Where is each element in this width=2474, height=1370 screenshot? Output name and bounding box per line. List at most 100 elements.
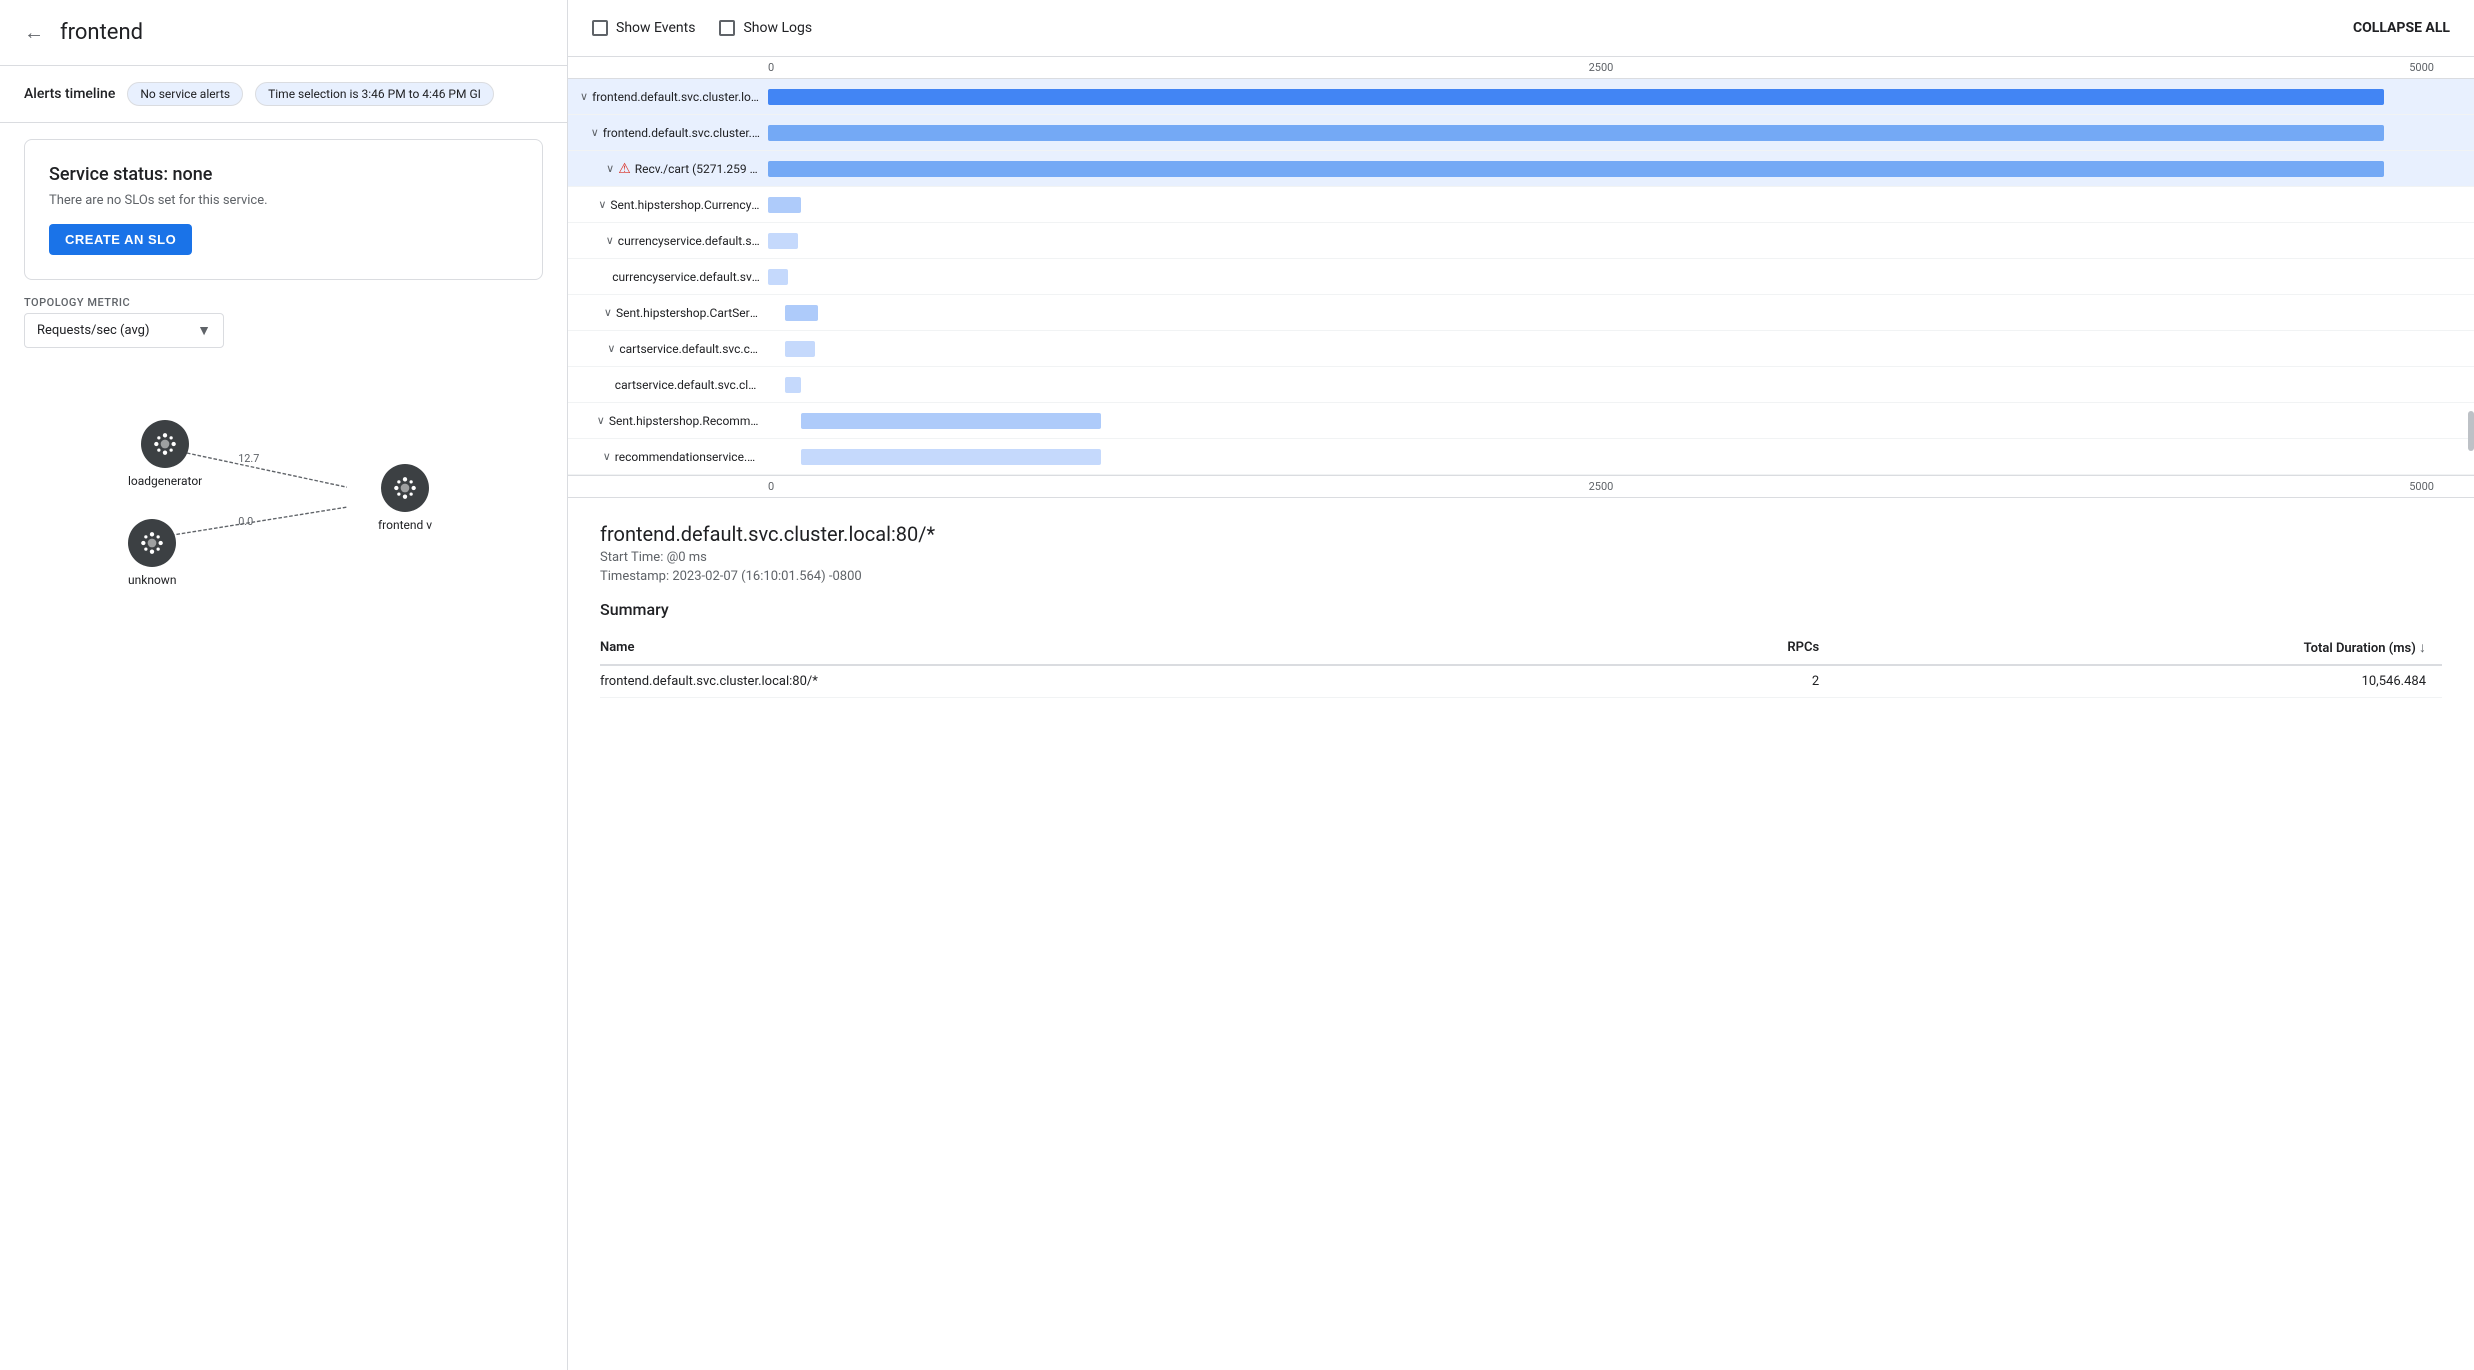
trace-row-label: ∨ currencyservice.default.svc.cluster.loc… [568,234,768,248]
trace-bar [785,305,818,321]
trace-span-label: Sent.hipstershop.CartService.GetCart (4.… [616,306,760,320]
topology-section: Topology Metric Requests/sec (avg) ▼ 12.… [24,296,543,614]
alerts-label: Alerts timeline [24,86,115,102]
summary-name-cell: frontend.default.svc.cluster.local:80/* [600,665,1626,698]
trace-axis-bottom: 0 2500 5000 [568,475,2474,497]
unknown-icon [128,519,176,567]
detail-panel: frontend.default.svc.cluster.local:80/* … [568,498,2474,1370]
topology-graph: 12.7 0.0 [48,364,519,614]
loadgenerator-label: loadgenerator [128,474,202,488]
sort-icon[interactable]: ↓ [2419,640,2426,656]
trace-row[interactable]: ∨ frontend.default.svc.cluster.local:80/*… [568,79,2474,115]
trace-row[interactable]: ∨ currencyservice.default.svc.cluster.loc… [568,223,2474,259]
show-events-checkbox-box[interactable] [592,20,608,36]
unknown-label: unknown [128,573,176,587]
alerts-row: Alerts timeline No service alerts Time s… [24,82,543,106]
trace-row-label: ∨ Sent.hipstershop.CartService.GetCart (4… [568,306,768,320]
error-icon: ⚠ [618,161,631,177]
trace-row[interactable]: ∨ Sent.hipstershop.RecommendationService.… [568,403,2474,439]
trace-row[interactable]: ∨ Sent.hipstershop.CartService.GetCart (4… [568,295,2474,331]
trace-bar [801,413,1101,429]
loadgenerator-icon [141,420,189,468]
show-logs-checkbox[interactable]: Show Logs [719,20,812,36]
frontend-icon [381,464,429,512]
chevron-icon[interactable]: ∨ [604,306,612,319]
trace-span-label: Sent.hipstershop.CurrencyService.GetSupp… [610,198,760,212]
show-logs-checkbox-box[interactable] [719,20,735,36]
left-panel: ← frontend Alerts timeline No service al… [0,0,568,1370]
trace-span-label: cartservice.default.svc.cluster.local:70… [615,378,760,392]
chevron-icon[interactable]: ∨ [607,342,615,355]
trace-row-label: ∨ Sent.hipstershop.RecommendationService.… [568,414,768,428]
trace-bar [768,269,788,285]
svg-text:0.0: 0.0 [238,515,253,528]
trace-bar-area [768,407,2434,435]
trace-rows-container: ∨ frontend.default.svc.cluster.local:80/*… [568,79,2474,475]
trace-bar-area [768,155,2434,183]
page-title: frontend [60,20,143,45]
detail-summary-title: Summary [600,600,2442,619]
right-panel: Show Events Show Logs COLLAPSE ALL 0 250… [568,0,2474,1370]
trace-row-label: ∨ Sent.hipstershop.CurrencyService.GetSup… [568,198,768,212]
time-selection-chip[interactable]: Time selection is 3:46 PM to 4:46 PM GI [255,82,494,106]
trace-row[interactable]: ∨ frontend.default.svc.cluster.local:80/*… [568,115,2474,151]
trace-bar-area [768,119,2434,147]
chevron-icon[interactable]: ∨ [606,234,614,247]
trace-span-label: currencyservice.default.svc.cluster.loca… [618,234,760,248]
axis-tick-bottom-2500: 2500 [1323,480,1878,493]
node-frontend[interactable]: frontend v [378,464,432,532]
trace-span-label: Recv./cart (5271.259 ms) [635,162,760,176]
show-events-label: Show Events [616,20,695,36]
trace-row[interactable]: ∨ ⚠ Recv./cart (5271.259 ms) [568,151,2474,187]
topology-metric-label: Topology Metric [24,296,543,309]
topology-edges-svg: 12.7 0.0 [48,364,519,614]
trace-axis: 0 2500 5000 [568,57,2474,79]
page-header: ← frontend [0,0,567,66]
trace-chart-area: 0 2500 5000 ∨ frontend.default.svc.cluste… [568,57,2474,498]
trace-bar-area [768,443,2434,471]
node-loadgenerator[interactable]: loadgenerator [128,420,202,488]
alerts-section: Alerts timeline No service alerts Time s… [0,66,567,123]
chevron-icon[interactable]: ∨ [580,90,588,103]
node-unknown[interactable]: unknown [128,519,176,587]
trace-bar-area [768,263,2434,291]
axis-tick-0: 0 [768,61,1323,74]
service-status-desc: There are no SLOs set for this service. [49,193,518,208]
scrollbar-thumb[interactable] [2468,411,2474,451]
trace-row[interactable]: cartservice.default.svc.cluster.local:70… [568,367,2474,403]
chevron-icon[interactable]: ∨ [598,198,606,211]
trace-bar [801,449,1101,465]
show-events-checkbox[interactable]: Show Events [592,20,695,36]
detail-start-time: Start Time: @0 ms [600,550,2442,565]
topology-metric-select[interactable]: Requests/sec (avg) ▼ [24,313,224,348]
frontend-label: frontend v [378,518,432,532]
axis-tick-2500: 2500 [1323,61,1878,74]
trace-span-label: cartservice.default.svc.cluster.local:70… [619,342,760,356]
create-slo-button[interactable]: CREATE AN SLO [49,224,192,255]
trace-bar-area [768,335,2434,363]
chevron-icon[interactable]: ∨ [597,414,605,427]
show-logs-label: Show Logs [743,20,812,36]
trace-bar [785,341,815,357]
trace-span-label: Sent.hipstershop.RecommendationService.L… [609,414,760,428]
axis-tick-bottom-0: 0 [768,480,1323,493]
chevron-icon[interactable]: ∨ [603,450,611,463]
chevron-icon[interactable]: ∨ [606,162,614,175]
trace-span-label: currencyservice.default.svc.cluster.loca… [612,270,760,284]
collapse-all-button[interactable]: COLLAPSE ALL [2353,20,2450,36]
trace-bar-area [768,299,2434,327]
trace-row[interactable]: ∨ Sent.hipstershop.CurrencyService.GetSup… [568,187,2474,223]
chevron-icon[interactable]: ∨ [591,126,599,139]
trace-span-label: recommendationservice.default.svc.cluste… [615,450,760,464]
trace-row[interactable]: currencyservice.default.svc.cluster.loca… [568,259,2474,295]
detail-title: frontend.default.svc.cluster.local:80/* [600,522,2442,546]
trace-row[interactable]: ∨ recommendationservice.default.svc.clust… [568,439,2474,475]
no-service-alerts-chip[interactable]: No service alerts [127,82,243,106]
trace-span-label: frontend.default.svc.cluster.local:80/* … [603,126,760,140]
trace-bar [768,89,2384,105]
trace-toolbar: Show Events Show Logs COLLAPSE ALL [568,0,2474,57]
trace-span-label: frontend.default.svc.cluster.local:80/* … [592,90,760,104]
back-button[interactable]: ← [24,20,44,45]
trace-row-label: currencyservice.default.svc.cluster.loca… [568,270,768,284]
trace-row[interactable]: ∨ cartservice.default.svc.cluster.local:7… [568,331,2474,367]
